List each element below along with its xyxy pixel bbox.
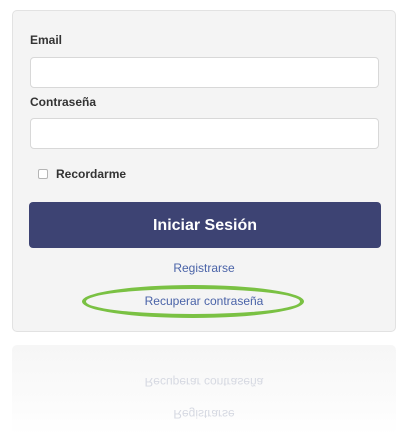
login-page: Email Contraseña Recordarme Iniciar Sesi… (0, 0, 399, 435)
reflection-recover-text: Recuperar contraseña (144, 375, 264, 389)
password-field[interactable] (30, 118, 379, 149)
remember-me-checkbox[interactable] (38, 169, 48, 179)
password-label: Contraseña (30, 95, 97, 109)
remember-me-label: Recordarme (56, 167, 127, 181)
login-button[interactable]: Iniciar Sesión (29, 202, 381, 248)
card-reflection: Recuperar contraseña Registrarse (12, 345, 396, 435)
register-link[interactable]: Registrarse (12, 261, 396, 275)
email-field[interactable] (30, 57, 379, 88)
reflection-register-text: Registrarse (173, 407, 235, 421)
remember-me-option[interactable]: Recordarme (38, 167, 126, 181)
recover-password-link[interactable]: Recuperar contraseña (12, 294, 396, 308)
email-label: Email (30, 33, 63, 47)
